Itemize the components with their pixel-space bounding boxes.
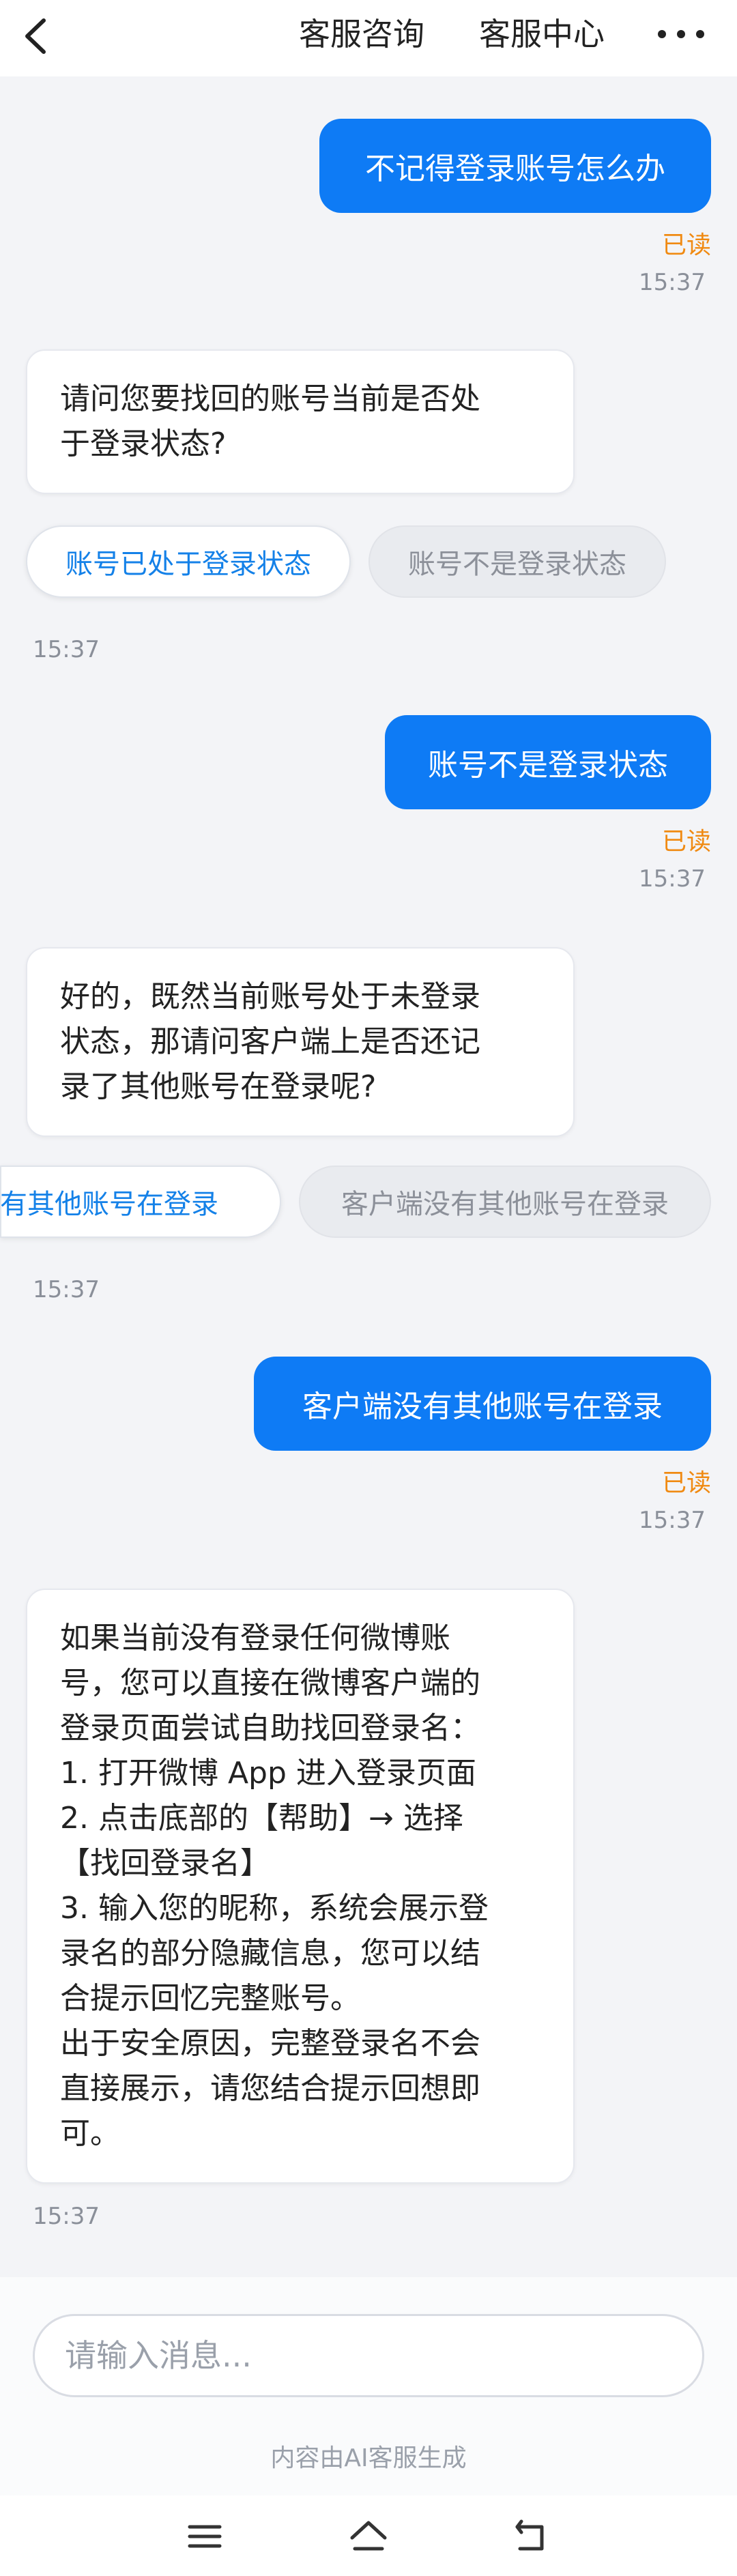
ai-disclaimer: 内容由AI客服生成 xyxy=(270,2444,467,2472)
chevron-left-icon xyxy=(25,18,46,54)
message-line: 好的，既然当前账号处于未登录 xyxy=(60,979,480,1014)
message-line: 号，您可以直接在微博客户端的 xyxy=(60,1666,480,1701)
user-message: 不记得登录账号怎么办 xyxy=(319,119,711,213)
message-line: 直接展示，请您结合提示回想即 xyxy=(60,2071,480,2106)
message-line: 1. 打开微博 App 进入登录页面 xyxy=(60,1756,476,1791)
message-time: 15:37 xyxy=(639,1507,706,1534)
menu-icon xyxy=(188,2525,222,2548)
message-line: 录了其他账号在登录呢? xyxy=(60,1069,377,1104)
message-time: 15:37 xyxy=(639,269,706,296)
agent-message: 好的，既然当前账号处于未登录 状态，那请问客户端上是否还记 录了其他账号在登录呢… xyxy=(26,947,575,1137)
message-line: 录名的部分隐藏信息，您可以结 xyxy=(60,1936,480,1971)
top-bar: 客服咨询 客服中心 xyxy=(0,0,737,76)
message-line: 可。 xyxy=(60,2116,120,2151)
chat-page: 客服咨询 客服中心 不记得登录账号怎么办 已读 15:37 请问您要找回的账号当… xyxy=(0,0,737,2576)
message-text: 账号不是登录状态 xyxy=(428,748,668,783)
message-text: 不记得登录账号怎么办 xyxy=(365,151,665,186)
read-status: 已读 xyxy=(661,828,711,856)
nav-home-button[interactable] xyxy=(348,2516,389,2557)
nav-back-button[interactable] xyxy=(512,2516,553,2557)
message-line: 3. 输入您的昵称，系统会展示登 xyxy=(60,1891,489,1926)
message-line: 状态，那请问客户端上是否还记 xyxy=(60,1024,480,1059)
message-line: 合提示回忆完整账号。 xyxy=(60,1981,360,2016)
message-time: 15:37 xyxy=(639,865,706,893)
message-time: 15:37 xyxy=(33,636,100,663)
agent-message: 如果当前没有登录任何微博账 号，您可以直接在微博客户端的 登录页面尝试自助找回登… xyxy=(26,1589,575,2184)
back-button[interactable] xyxy=(15,12,63,60)
system-nav-bar xyxy=(0,2495,737,2576)
message-line: 于登录状态? xyxy=(60,426,227,461)
read-status: 已读 xyxy=(661,231,711,259)
user-message: 账号不是登录状态 xyxy=(385,715,711,809)
message-time: 15:37 xyxy=(33,2203,100,2230)
option-chip-no-other-account[interactable]: 客户端没有其他账号在登录 xyxy=(299,1166,711,1238)
more-dots-icon xyxy=(658,30,704,38)
message-line: 如果当前没有登录任何微博账 xyxy=(60,1621,450,1655)
more-button[interactable] xyxy=(654,20,708,48)
message-line: 登录页面尝试自助找回登录名： xyxy=(60,1711,480,1746)
message-input[interactable] xyxy=(33,2314,704,2397)
message-line: 【找回登录名】 xyxy=(60,1846,270,1881)
home-icon xyxy=(350,2521,387,2551)
tab-customer-center[interactable]: 客服中心 xyxy=(479,14,605,55)
tab-customer-consult[interactable]: 客服咨询 xyxy=(299,14,424,55)
message-text: 客户端没有其他账号在登录 xyxy=(302,1389,663,1424)
chip-label: 有其他账号在登录 xyxy=(0,1189,218,1220)
message-line: 请问您要找回的账号当前是否处 xyxy=(60,381,480,416)
message-line: 出于安全原因，完整登录名不会 xyxy=(60,2026,480,2061)
chat-area[interactable]: 不记得登录账号怎么办 已读 15:37 请问您要找回的账号当前是否处 于登录状态… xyxy=(0,76,737,2277)
option-chip-not-logged-in[interactable]: 账号不是登录状态 xyxy=(369,525,666,598)
composer: 内容由AI客服生成 xyxy=(0,2277,737,2495)
message-line: 2. 点击底部的【帮助】→ 选择 xyxy=(60,1801,463,1836)
user-message: 客户端没有其他账号在登录 xyxy=(254,1357,711,1451)
back-arrow-icon xyxy=(515,2519,544,2551)
read-status: 已读 xyxy=(661,1469,711,1497)
nav-menu-button[interactable] xyxy=(184,2516,225,2557)
option-chip-other-account[interactable]: 有其他账号在登录 xyxy=(0,1166,281,1238)
agent-message: 请问您要找回的账号当前是否处 于登录状态? xyxy=(26,349,575,494)
message-time: 15:37 xyxy=(33,1276,100,1303)
option-chip-logged-in[interactable]: 账号已处于登录状态 xyxy=(26,525,351,598)
